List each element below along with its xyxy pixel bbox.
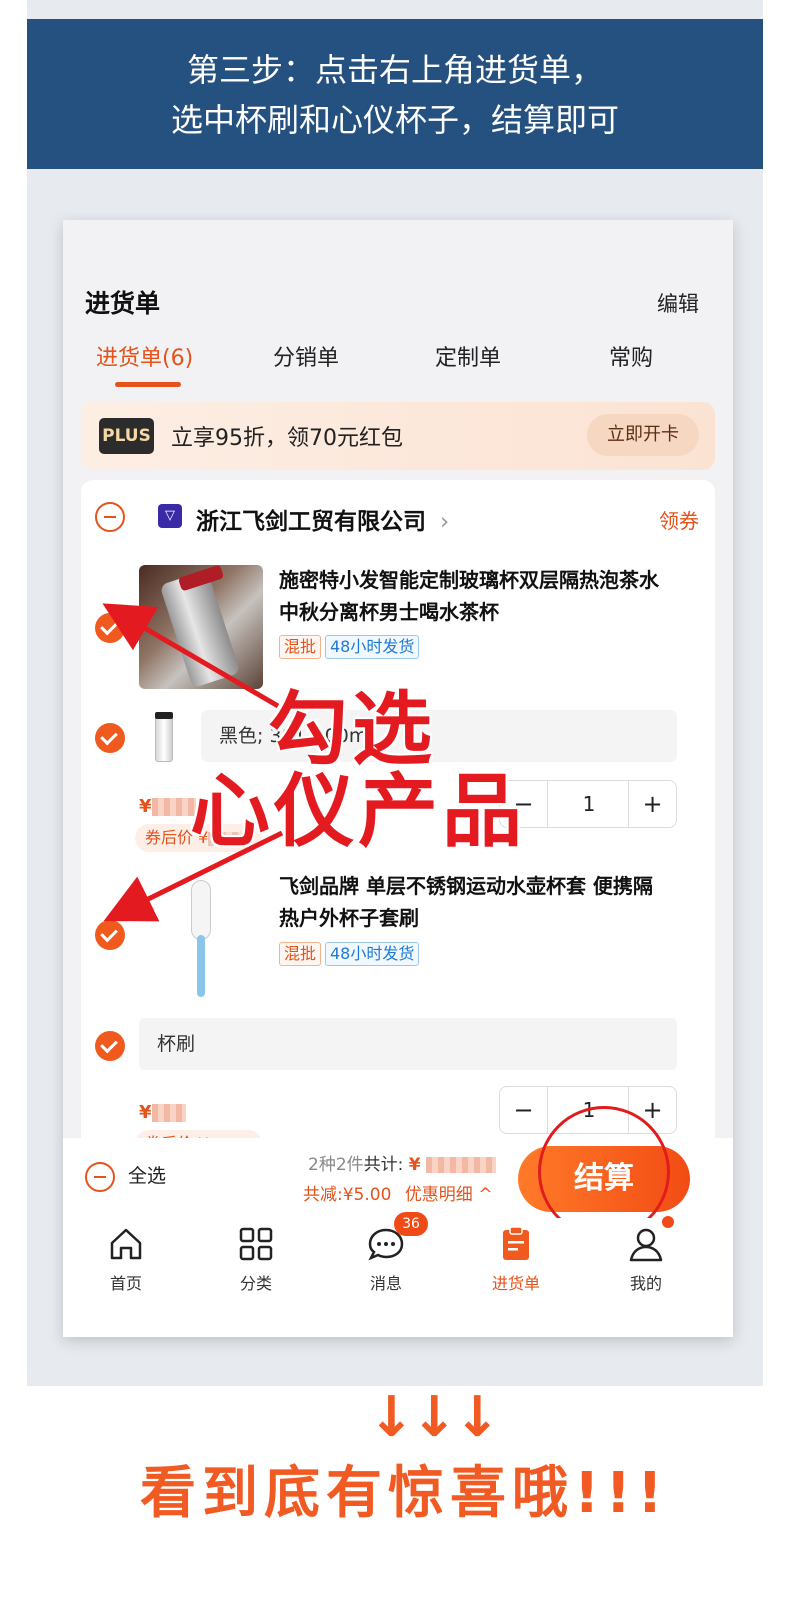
shop-select-checkbox[interactable] <box>95 502 125 532</box>
discount-value: ¥5.00 <box>342 1185 392 1205</box>
nav-label-purchase-list: 进货单 <box>491 1274 540 1293</box>
active-tab-indicator <box>115 382 181 387</box>
down-arrows-icon: ↓↓↓ <box>368 1385 501 1450</box>
select-all-label[interactable]: 全选 <box>128 1161 166 1188</box>
quantity-input[interactable]: 1 <box>548 781 630 827</box>
item-1-sku-checkbox[interactable] <box>95 723 125 753</box>
annotation-text-line-1: 勾选 <box>268 683 436 776</box>
item-1-title[interactable]: 施密特小发智能定制玻璃杯双层隔热泡茶水 中秋分离杯男士喝水茶杯 <box>279 564 689 628</box>
total-label: 共计: <box>363 1155 404 1175</box>
discount-detail-link[interactable]: 优惠明细 <box>405 1185 473 1205</box>
blurred-total <box>426 1157 497 1173</box>
after-price-label: 券后价 <box>145 828 194 847</box>
footer-text: 看到底有惊喜哦!!! <box>140 1461 669 1526</box>
tab-purchase-list[interactable]: 进货单(6) <box>96 340 193 372</box>
chat-icon: 36 <box>366 1212 428 1264</box>
item-1-tag-shipping: 48小时发货 <box>325 635 420 659</box>
item-1-title-line-1: 施密特小发智能定制玻璃杯双层隔热泡茶水 <box>279 568 659 592</box>
tab-frequent[interactable]: 常购 <box>609 340 653 372</box>
banner-line-2: 选中杯刷和心仪杯子，结算即可 <box>170 101 619 139</box>
tab-custom[interactable]: 定制单 <box>435 340 501 372</box>
item-1-image[interactable] <box>139 565 263 689</box>
item-2-sku-checkbox[interactable] <box>95 1031 125 1061</box>
plus-promo-text: 立享95折，领70元红包 <box>171 426 403 451</box>
tab-distribution[interactable]: 分销单 <box>273 340 339 372</box>
nav-label-category: 分类 <box>239 1274 272 1293</box>
discount-line[interactable]: 共减:¥5.00 优惠明细 ^ <box>303 1180 492 1205</box>
instruction-banner: 第三步：点击右上角进货单， 选中杯刷和心仪杯子，结算即可 <box>27 19 763 169</box>
nav-item-category[interactable]: 分类 <box>211 1224 301 1294</box>
chevron-right-icon: › <box>440 509 450 535</box>
open-card-button[interactable]: 立即开卡 <box>587 414 699 456</box>
item-2-price: ¥ <box>139 1102 186 1123</box>
grid-icon <box>236 1224 276 1264</box>
select-all-checkbox[interactable] <box>85 1162 115 1192</box>
item-1-checkbox[interactable] <box>95 613 125 643</box>
decrease-button[interactable]: − <box>500 1087 548 1133</box>
currency-symbol: ¥ <box>139 796 152 817</box>
home-icon <box>106 1224 146 1264</box>
annotation-text-line-2: 心仪产品 <box>190 765 526 858</box>
blurred-price <box>151 1104 186 1122</box>
plus-promo-bar: PLUS 立享95折，领70元红包 立即开卡 <box>81 402 715 470</box>
nav-label-me: 我的 <box>629 1274 662 1293</box>
item-2-title-line-1: 飞剑品牌 单层不锈钢运动水壶杯套 便携隔 <box>279 874 653 898</box>
item-1-sku-thumbnail <box>143 710 187 764</box>
plus-badge: PLUS <box>99 418 154 454</box>
increase-button[interactable]: + <box>628 781 676 827</box>
page-title: 进货单 <box>85 289 161 318</box>
brush-handle-graphic <box>197 935 205 997</box>
notification-dot <box>662 1216 674 1228</box>
bottle-graphic <box>159 569 241 689</box>
nav-item-purchase-list[interactable]: 进货单 <box>471 1224 561 1294</box>
banner-line-1: 第三步：点击右上角进货单， <box>186 51 603 89</box>
item-1-price: ¥ <box>139 796 196 817</box>
blurred-price <box>151 798 196 816</box>
item-2-checkbox[interactable] <box>95 920 125 950</box>
currency-symbol: ¥ <box>139 1102 152 1123</box>
edit-button[interactable]: 编辑 <box>657 288 699 318</box>
item-2-tag-mixed: 混批 <box>279 942 322 966</box>
item-2-sku-selector[interactable]: 杯刷 <box>139 1018 677 1070</box>
bottom-nav: 首页 分类 36 消息 进货单 我的 <box>63 1212 733 1337</box>
shop-logo-icon: ▽ <box>158 504 182 528</box>
item-2-title-line-2: 热户外杯子套刷 <box>279 906 419 930</box>
nav-label-home: 首页 <box>109 1274 142 1293</box>
item-2-tag-shipping: 48小时发货 <box>325 942 420 966</box>
discount-label: 共减: <box>303 1185 343 1205</box>
chevron-up-icon: ^ <box>478 1185 493 1205</box>
item-count: 2种2件 <box>308 1155 364 1175</box>
get-coupon-link[interactable]: 领券 <box>659 505 699 534</box>
currency-symbol: ¥ <box>408 1155 421 1175</box>
total-line: 2种2件共计: ¥ <box>308 1150 497 1175</box>
nav-item-me[interactable]: 我的 <box>601 1216 691 1294</box>
item-2-image[interactable] <box>181 880 221 998</box>
shop-name-text: 浙江飞剑工贸有限公司 <box>196 509 426 535</box>
message-count-badge: 36 <box>394 1212 428 1236</box>
item-1-tag-mixed: 混批 <box>279 635 322 659</box>
nav-label-messages: 消息 <box>369 1274 402 1293</box>
page: 第三步：点击右上角进货单， 选中杯刷和心仪杯子，结算即可 进货单 编辑 进货单(… <box>0 0 790 1612</box>
clipboard-icon <box>496 1224 536 1264</box>
checkout-bar: 全选 2种2件共计: ¥ 共减:¥5.00 优惠明细 ^ 结算 <box>63 1106 733 1238</box>
brush-head-graphic <box>191 880 211 940</box>
nav-item-home[interactable]: 首页 <box>81 1224 171 1294</box>
item-1-title-line-2: 中秋分离杯男士喝水茶杯 <box>279 600 499 624</box>
tab-bar: 进货单(6) 分销单 定制单 常购 <box>63 340 733 390</box>
item-2-title[interactable]: 飞剑品牌 单层不锈钢运动水壶杯套 便携隔 热户外杯子套刷 <box>279 870 689 934</box>
shop-name[interactable]: 浙江飞剑工贸有限公司 › <box>196 502 449 536</box>
user-icon <box>626 1216 674 1264</box>
nav-item-messages[interactable]: 36 消息 <box>341 1212 431 1294</box>
